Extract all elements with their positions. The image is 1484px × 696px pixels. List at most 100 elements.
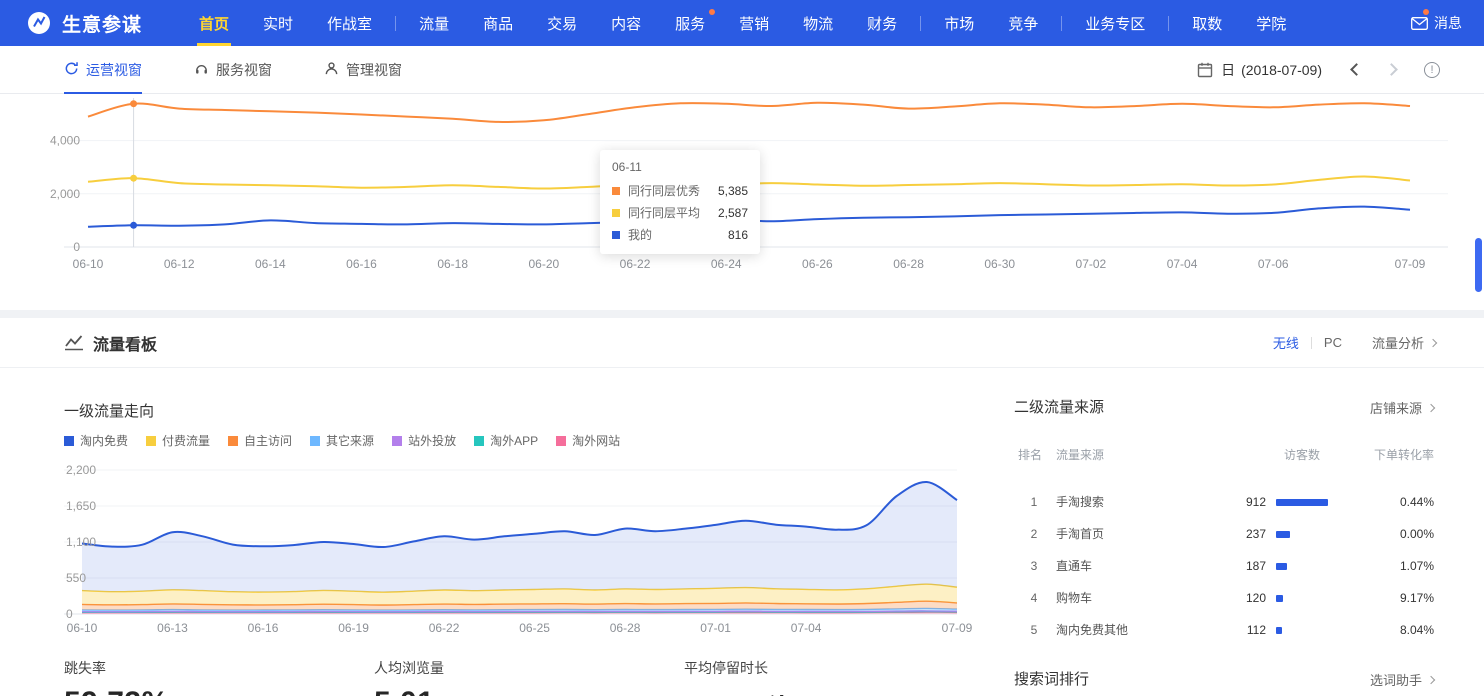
stat-value: 5.01 (374, 686, 444, 696)
legend-swatch (228, 436, 238, 446)
traffic-analysis-link[interactable]: 流量分析 (1372, 333, 1436, 352)
link-label: 流量分析 (1372, 333, 1424, 352)
visitors-cell: 187 (1174, 550, 1266, 582)
conversion-cell: 0.00% (1344, 518, 1434, 550)
source-cell[interactable]: 手淘搜索 (1056, 486, 1104, 518)
legend-item[interactable]: 淘内免费 (64, 432, 128, 449)
calendar-icon[interactable] (1197, 62, 1213, 78)
link-label: 店铺来源 (1370, 398, 1422, 417)
traffic-board-card: 流量看板 无线 PC 流量分析 一级流量走向 淘内免费 付费流量 自主访问 其它… (0, 318, 1484, 696)
svg-text:0: 0 (73, 240, 80, 254)
stat-bounce-rate: 跳失率 59.73% (64, 658, 169, 696)
nav-item-service[interactable]: 服务 (658, 0, 722, 46)
source-cell[interactable]: 手淘首页 (1056, 518, 1104, 550)
tab-service-view[interactable]: 服务视窗 (194, 46, 272, 93)
tooltip-series-value: 816 (728, 224, 748, 246)
nav-label: 营销 (739, 13, 769, 34)
sycm-logo-icon (26, 10, 52, 36)
source-cell[interactable]: 购物车 (1056, 582, 1092, 614)
nav-item-trade[interactable]: 交易 (530, 0, 594, 46)
nav-item-business-zone[interactable]: 业务专区 (1068, 0, 1162, 46)
legend-item[interactable]: 淘外网站 (556, 432, 620, 449)
nav-item-data-query[interactable]: 取数 (1175, 0, 1239, 46)
conversion-cell: 8.04% (1344, 614, 1434, 646)
legend-item[interactable]: 站外投放 (392, 432, 456, 449)
svg-text:06-28: 06-28 (610, 621, 641, 635)
nav-item-traffic[interactable]: 流量 (402, 0, 466, 46)
tooltip-series-label: 同行同层平均 (628, 202, 700, 224)
main-nav: 首页 实时 作战室 流量 商品 交易 内容 服务 营销 物流 财务 市场 竞争 … (182, 0, 1303, 46)
tooltip-row: 同行同层优秀 5,385 (612, 180, 748, 202)
table-row[interactable]: 5 淘内免费其他 112 8.04% (1014, 614, 1434, 646)
table-row[interactable]: 2 手淘首页 237 0.00% (1014, 518, 1434, 550)
nav-item-competition[interactable]: 竞争 (991, 0, 1055, 46)
nav-item-academy[interactable]: 学院 (1239, 0, 1303, 46)
svg-text:06-14: 06-14 (255, 257, 286, 271)
table-row[interactable]: 3 直通车 187 1.07% (1014, 550, 1434, 582)
stat-label: 跳失率 (64, 658, 169, 678)
chart-tooltip: 06-11 同行同层优秀 5,385 同行同层平均 2,587 我的 816 (600, 150, 760, 254)
divider (1311, 337, 1312, 349)
top-nav: 生意参谋 首页 实时 作战室 流量 商品 交易 内容 服务 营销 物流 财务 市… (0, 0, 1484, 46)
nav-item-marketing[interactable]: 营销 (722, 0, 786, 46)
nav-item-product[interactable]: 商品 (466, 0, 530, 46)
nav-item-finance[interactable]: 财务 (850, 0, 914, 46)
channel-toggle-pc[interactable]: PC (1324, 335, 1342, 350)
next-date-button[interactable] (1385, 63, 1398, 76)
svg-text:07-09: 07-09 (1395, 257, 1426, 271)
shop-source-link[interactable]: 店铺来源 (1370, 398, 1434, 417)
series-swatch (612, 231, 620, 239)
svg-text:06-28: 06-28 (893, 257, 924, 271)
legend-item[interactable]: 淘外APP (474, 432, 538, 449)
legend-item[interactable]: 自主访问 (228, 432, 292, 449)
nav-item-content[interactable]: 内容 (594, 0, 658, 46)
info-icon[interactable] (1424, 62, 1440, 78)
nav-label: 内容 (611, 13, 641, 34)
primary-traffic-title: 一级流量走向 (64, 400, 154, 421)
table-row[interactable]: 4 购物车 120 9.17% (1014, 582, 1434, 614)
nav-label: 财务 (867, 13, 897, 34)
svg-text:06-22: 06-22 (620, 257, 651, 271)
date-value[interactable]: (2018-07-09) (1241, 62, 1322, 78)
column-header-conversion: 下单转化率 (1334, 446, 1434, 463)
nav-message[interactable]: 消息 (1411, 13, 1462, 33)
legend-label: 自主访问 (244, 432, 292, 449)
series-swatch (612, 187, 620, 195)
nav-item-war-room[interactable]: 作战室 (310, 0, 389, 46)
source-cell[interactable]: 淘内免费其他 (1056, 614, 1128, 646)
tab-management-view[interactable]: 管理视窗 (324, 46, 402, 93)
message-badge-dot (1423, 9, 1429, 15)
prev-date-button[interactable] (1350, 63, 1363, 76)
svg-text:06-16: 06-16 (346, 257, 377, 271)
nav-item-home[interactable]: 首页 (182, 0, 246, 46)
nav-item-logistics[interactable]: 物流 (786, 0, 850, 46)
stat-label: 人均浏览量 (374, 658, 444, 678)
chevron-right-icon (1427, 675, 1435, 683)
legend-item[interactable]: 付费流量 (146, 432, 210, 449)
primary-traffic-area-chart[interactable]: 05501,1001,6502,20006-1006-1306-1606-190… (64, 452, 984, 644)
date-controls: 日 (2018-07-09) (1197, 60, 1440, 80)
visitors-cell: 237 (1174, 518, 1266, 550)
app-logo[interactable]: 生意参谋 (26, 10, 142, 37)
keyword-helper-link[interactable]: 选词助手 (1370, 670, 1434, 689)
nav-label: 实时 (263, 13, 293, 34)
scrollbar-thumb[interactable] (1475, 238, 1482, 292)
table-row[interactable]: 1 手淘搜索 912 0.44% (1014, 486, 1434, 518)
tooltip-series-value: 2,587 (718, 202, 748, 224)
source-cell[interactable]: 直通车 (1056, 550, 1092, 582)
date-granularity[interactable]: 日 (1221, 60, 1235, 80)
legend-label: 站外投放 (408, 432, 456, 449)
nav-item-market[interactable]: 市场 (927, 0, 991, 46)
view-tabs-bar: 运营视窗 服务视窗 管理视窗 日 (2018-07-09) (0, 46, 1484, 94)
tab-operations-view[interactable]: 运营视窗 (64, 46, 142, 93)
nav-divider (1061, 16, 1062, 31)
visitors-bar (1276, 627, 1282, 634)
svg-text:07-06: 07-06 (1258, 257, 1289, 271)
nav-item-realtime[interactable]: 实时 (246, 0, 310, 46)
legend-item[interactable]: 其它来源 (310, 432, 374, 449)
visitors-bar (1276, 531, 1290, 538)
chevron-right-icon (1427, 403, 1435, 411)
channel-toggle-wireless[interactable]: 无线 (1273, 333, 1299, 352)
visitors-cell: 112 (1174, 614, 1266, 646)
tooltip-row: 同行同层平均 2,587 (612, 202, 748, 224)
